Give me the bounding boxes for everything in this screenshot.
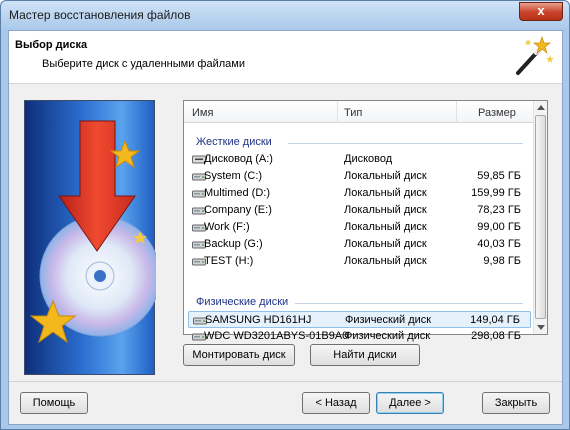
close-button[interactable]: Закрыть <box>482 392 550 414</box>
recovery-wizard-window: Мастер восстановления файлов x Выбор дис… <box>0 0 570 430</box>
group-physical-disks: Физические диски <box>196 296 289 308</box>
disk-row[interactable]: SAMSUNG HD161HJ Физический диск 149,04 ГБ <box>188 311 531 328</box>
disk-name: Backup (G:) <box>204 238 263 250</box>
scroll-thumb[interactable] <box>535 115 546 319</box>
column-type-header[interactable]: Тип <box>344 107 362 119</box>
help-button[interactable]: Помощь <box>20 392 88 414</box>
disk-name: System (C:) <box>204 170 263 182</box>
back-button[interactable]: < Назад <box>302 392 370 414</box>
disk-type: Физический диск <box>345 314 432 326</box>
disk-type: Локальный диск <box>344 204 427 216</box>
disk-size: 40,03 ГБ <box>477 238 521 250</box>
column-separator <box>337 101 338 123</box>
disk-type: Физический диск <box>344 330 431 342</box>
disk-name: SAMSUNG HD161HJ <box>205 314 312 326</box>
column-separator <box>456 101 457 123</box>
scroll-up-icon[interactable] <box>537 105 545 110</box>
disk-size: 149,04 ГБ <box>470 314 520 326</box>
disk-list[interactable]: Имя Тип Размер Жесткие диски Дисковод (A… <box>183 100 548 342</box>
disk-row[interactable]: Work (F:) Локальный диск 99,00 ГБ <box>188 219 531 236</box>
disk-size: 78,23 ГБ <box>477 204 521 216</box>
disk-row[interactable]: System (C:) Локальный диск 59,85 ГБ <box>188 168 531 185</box>
disk-size: 159,99 ГБ <box>471 187 521 199</box>
column-size-header[interactable]: Размер <box>478 107 516 119</box>
wizard-illustration <box>24 100 156 375</box>
disk-name: TEST (H:) <box>204 255 254 267</box>
list-header: Имя Тип Размер <box>184 101 535 123</box>
disk-row[interactable]: TEST (H:) Локальный диск 9,98 ГБ <box>188 253 531 270</box>
disk-row[interactable]: Multimed (D:) Локальный диск 159,99 ГБ <box>188 185 531 202</box>
disk-size: 59,85 ГБ <box>477 170 521 182</box>
disc-arrow-illustration <box>29 120 156 344</box>
group-divider <box>295 303 523 304</box>
disk-size: 9,98 ГБ <box>483 255 521 267</box>
vertical-scrollbar[interactable] <box>533 101 547 334</box>
disk-type: Локальный диск <box>344 238 427 250</box>
disk-name: WDC WD3201ABYS-01B9A0 <box>204 330 349 342</box>
step-subtitle: Выберите диск с удаленными файлами <box>42 58 245 70</box>
scroll-down-icon[interactable] <box>537 325 545 330</box>
disk-size: 298,08 ГБ <box>471 330 521 342</box>
window-title: Мастер восстановления файлов <box>9 8 191 22</box>
group-hard-disks: Жесткие диски <box>196 136 272 148</box>
close-window-button[interactable]: x <box>519 2 563 21</box>
step-title: Выбор диска <box>15 39 88 51</box>
disk-name: Дисковод (A:) <box>204 153 273 165</box>
disk-row[interactable]: WDC WD3201ABYS-01B9A0 Физический диск 298,… <box>188 328 531 345</box>
disk-type: Локальный диск <box>344 221 427 233</box>
disk-type: Локальный диск <box>344 255 427 267</box>
wizard-body: Выбор диска Выберите диск с удаленными ф… <box>8 30 563 425</box>
disk-name: Company (E:) <box>204 204 272 216</box>
mount-disk-button[interactable]: Монтировать диск <box>183 344 295 366</box>
footer-divider <box>9 381 562 382</box>
title-bar: Мастер восстановления файлов x <box>1 1 569 29</box>
disk-row[interactable]: Дисковод (A:) Дисковод <box>188 151 531 168</box>
column-name-header[interactable]: Имя <box>192 107 213 119</box>
disk-type: Локальный диск <box>344 170 427 182</box>
find-disks-button[interactable]: Найти диски <box>310 344 420 366</box>
disk-name: Work (F:) <box>204 221 250 233</box>
disk-row[interactable]: Backup (G:) Локальный диск 40,03 ГБ <box>188 236 531 253</box>
disk-type: Дисковод <box>344 153 393 165</box>
group-divider <box>288 143 523 144</box>
disk-row[interactable]: Company (E:) Локальный диск 78,23 ГБ <box>188 202 531 219</box>
disk-name: Multimed (D:) <box>204 187 271 199</box>
close-icon: x <box>537 3 545 18</box>
magic-wand-icon <box>516 35 554 75</box>
disk-type: Локальный диск <box>344 187 427 199</box>
disk-size: 99,00 ГБ <box>477 221 521 233</box>
wizard-header: Выбор диска Выберите диск с удаленными ф… <box>9 31 562 84</box>
next-button[interactable]: Далее > <box>376 392 444 414</box>
